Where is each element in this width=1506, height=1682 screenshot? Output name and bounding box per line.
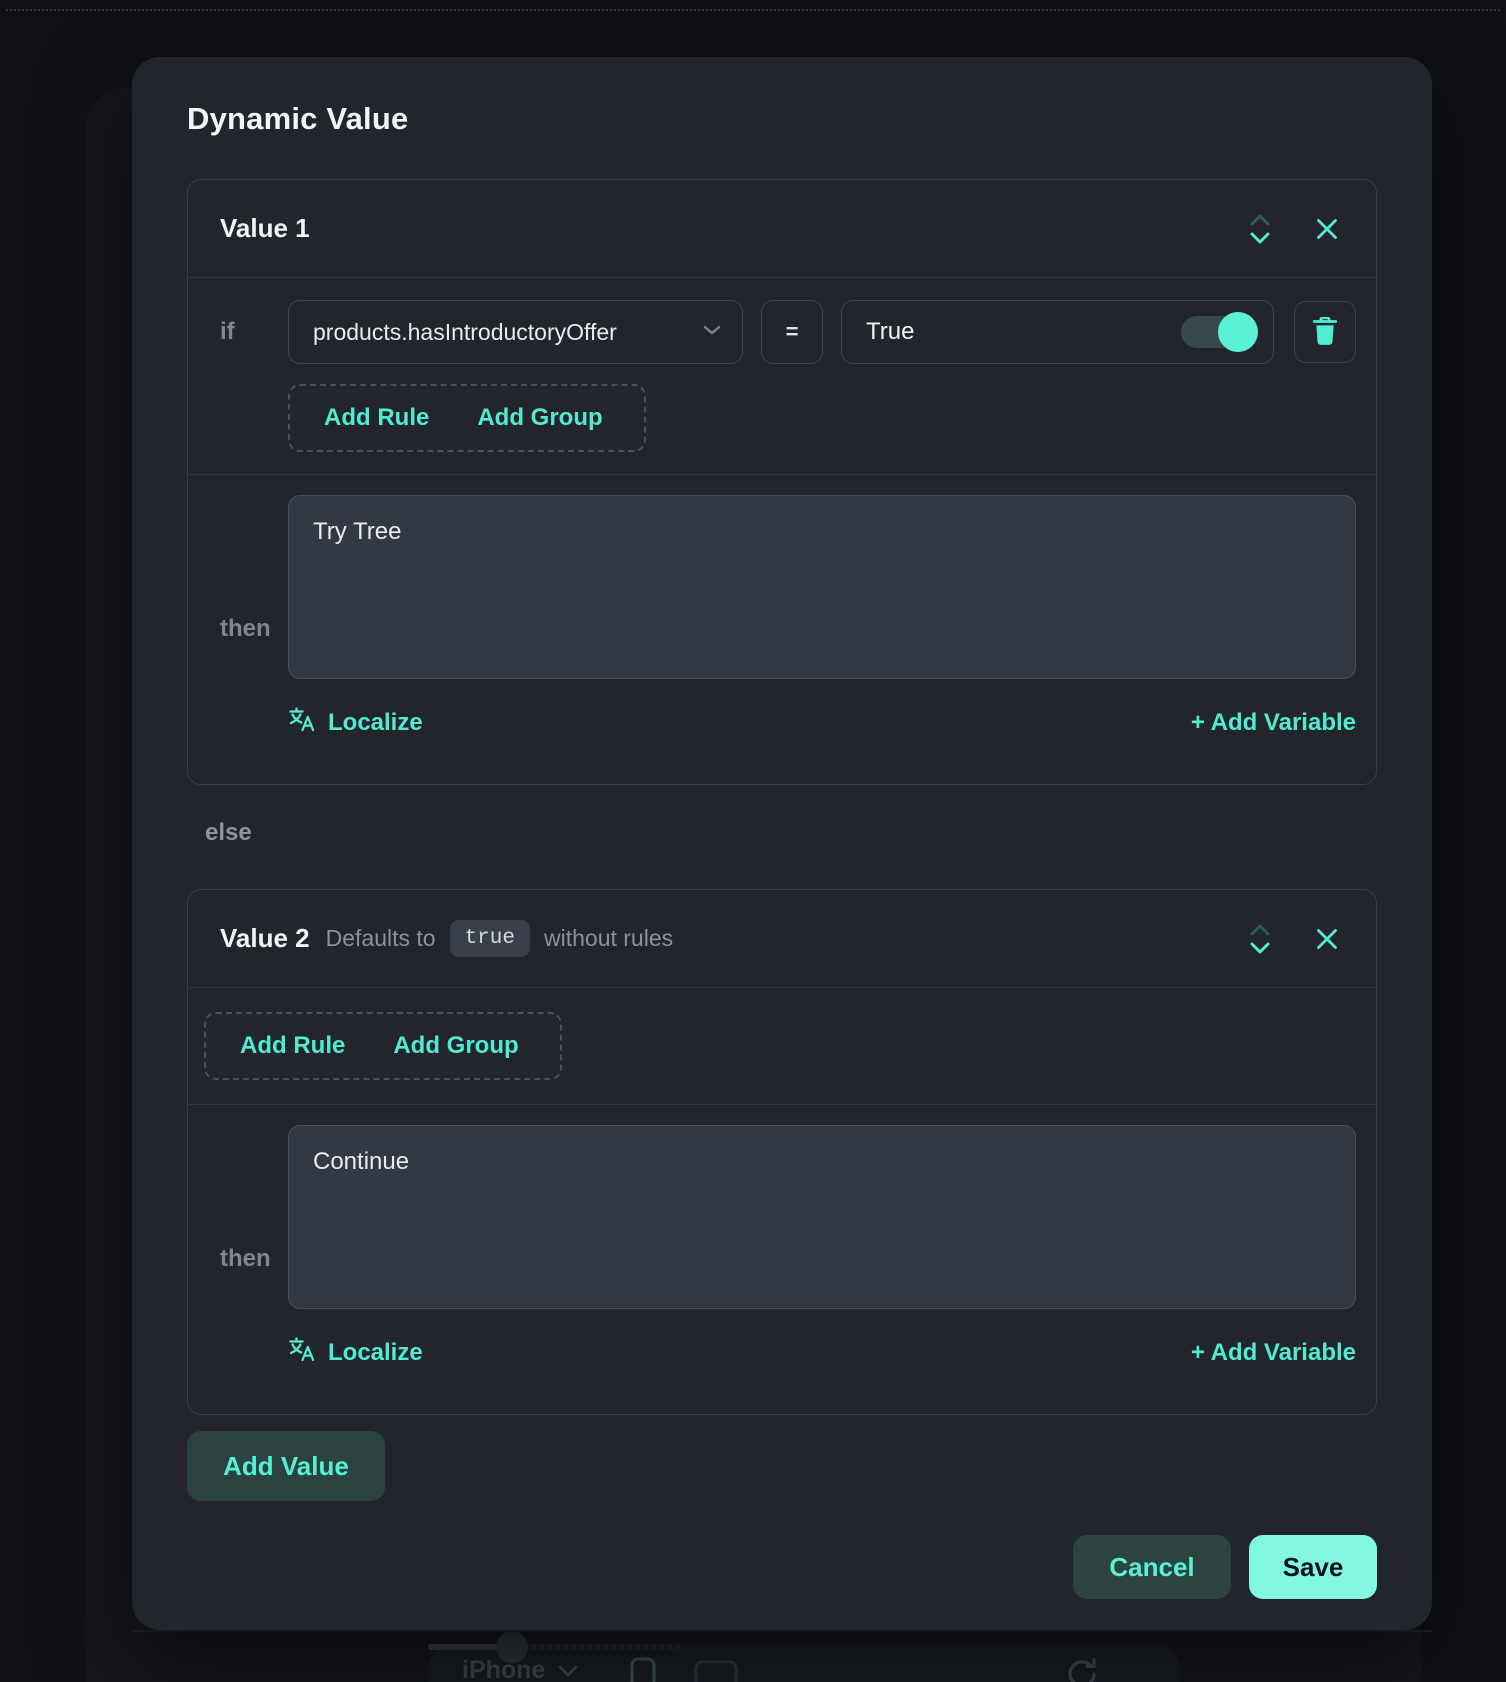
dialog-title: Dynamic Value: [187, 101, 1377, 137]
then-label: then: [220, 1245, 288, 1309]
value-2-title: Value 2: [220, 923, 310, 954]
value-1-condition-section: if products.hasIntroductoryOffer = True: [188, 278, 1376, 474]
zoom-slider[interactable]: [428, 1644, 680, 1650]
translate-icon: [288, 705, 316, 740]
value-1-title: Value 1: [220, 213, 310, 244]
dialog-actions: Cancel Save: [187, 1535, 1377, 1599]
add-variable-button[interactable]: + Add Variable: [1191, 709, 1356, 737]
result-text-input[interactable]: Continue: [288, 1125, 1356, 1309]
screen: iPhone Dynamic Value Value 1: [0, 0, 1506, 1682]
delete-rule-button[interactable]: [1294, 301, 1356, 363]
reorder-chevrons-icon[interactable]: [1246, 211, 1274, 247]
operator-value: =: [786, 319, 799, 345]
value-2-then-section: then Continue Localize: [188, 1104, 1376, 1414]
chevron-down-icon: [702, 323, 722, 341]
condition-variable-value: products.hasIntroductoryOffer: [313, 319, 617, 346]
add-rule-button[interactable]: Add Rule: [240, 1032, 345, 1060]
cancel-button[interactable]: Cancel: [1073, 1535, 1231, 1599]
condition-value-text: True: [866, 318, 914, 346]
condition-variable-dropdown[interactable]: products.hasIntroductoryOffer: [288, 300, 743, 364]
value-1-then-section: then Try Tree Localize: [188, 474, 1376, 784]
value-1-header: Value 1: [188, 180, 1376, 278]
modal-bottom-edge: [132, 1630, 1432, 1632]
close-icon[interactable]: [1314, 926, 1340, 952]
add-group-button[interactable]: Add Group: [477, 404, 602, 432]
device-preview-toolbar: iPhone: [428, 1644, 1180, 1682]
localize-button[interactable]: Localize: [288, 1335, 423, 1370]
add-group-button[interactable]: Add Group: [393, 1032, 518, 1060]
localize-label: Localize: [328, 1339, 423, 1367]
value-2-header: Value 2 Defaults to true without rules: [188, 890, 1376, 988]
result-text-input[interactable]: Try Tree: [288, 495, 1356, 679]
phone-landscape-icon[interactable]: [692, 1656, 740, 1682]
add-value-button[interactable]: Add Value: [187, 1431, 385, 1501]
boolean-toggle[interactable]: [1181, 316, 1255, 348]
value-2-card: Value 2 Defaults to true without rules: [187, 889, 1377, 1415]
add-rule-button[interactable]: Add Rule: [324, 404, 429, 432]
defaults-value-badge: true: [450, 920, 530, 957]
add-variable-button[interactable]: + Add Variable: [1191, 1339, 1356, 1367]
zoom-slider-knob[interactable]: [496, 1631, 528, 1663]
else-label: else: [205, 819, 1377, 847]
trash-icon: [1310, 315, 1340, 350]
dynamic-value-dialog: Dynamic Value Value 1 if: [132, 57, 1432, 1630]
defaults-note: Defaults to true without rules: [326, 920, 674, 957]
refresh-icon[interactable]: [1064, 1656, 1100, 1682]
localize-label: Localize: [328, 709, 423, 737]
value-2-condition-section: Add Rule Add Group: [188, 988, 1376, 1104]
phone-portrait-icon[interactable]: [628, 1656, 658, 1682]
localize-button[interactable]: Localize: [288, 705, 423, 740]
defaults-suffix: without rules: [544, 925, 673, 952]
toggle-knob: [1218, 312, 1258, 352]
close-icon[interactable]: [1314, 216, 1340, 242]
defaults-prefix: Defaults to: [326, 925, 436, 952]
then-label: then: [220, 615, 288, 679]
translate-icon: [288, 1335, 316, 1370]
canvas-dotted-guide: [6, 9, 1500, 11]
value-1-card: Value 1 if products.hasIntroductoryOffe: [187, 179, 1377, 785]
condition-value-field[interactable]: True: [841, 300, 1274, 364]
add-rule-group-box: Add Rule Add Group: [204, 1012, 562, 1080]
reorder-chevrons-icon[interactable]: [1246, 921, 1274, 957]
if-label: if: [220, 318, 270, 346]
chevron-down-icon: [557, 1656, 579, 1682]
save-button[interactable]: Save: [1249, 1535, 1377, 1599]
add-rule-group-box: Add Rule Add Group: [288, 384, 646, 452]
operator-selector[interactable]: =: [761, 300, 823, 364]
